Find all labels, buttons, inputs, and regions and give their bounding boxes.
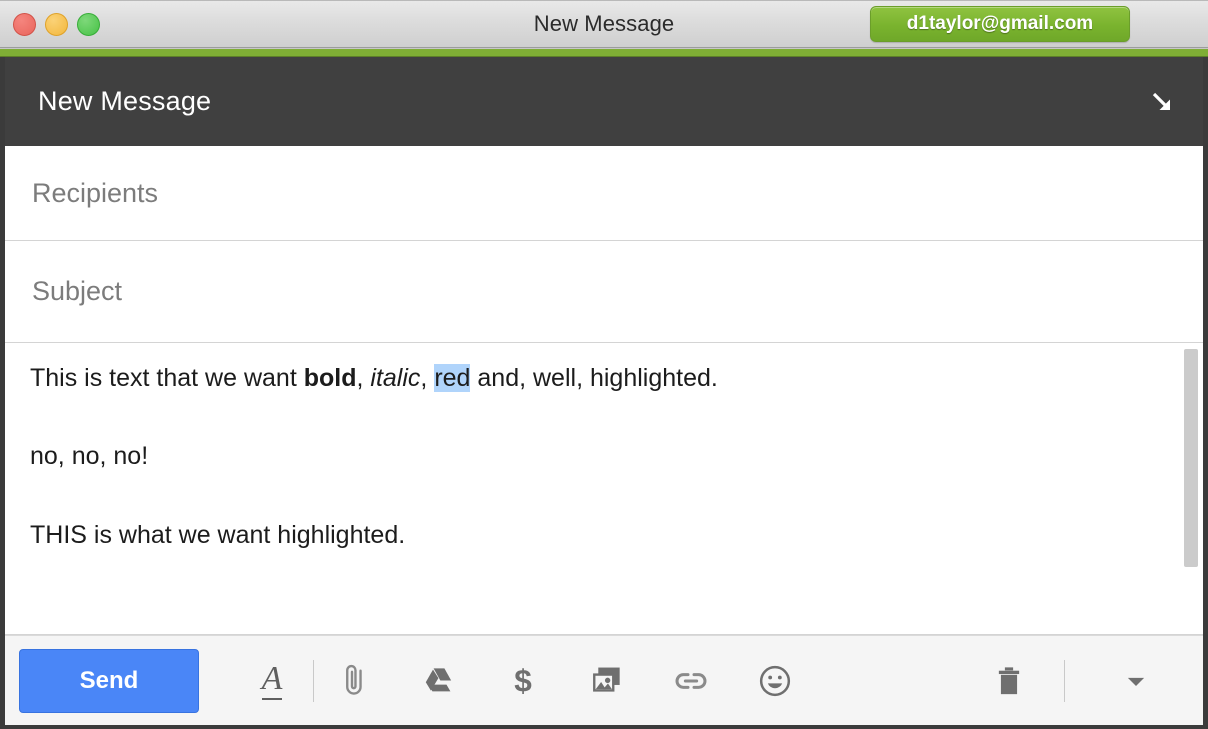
message-paragraph: no, no, no! (30, 443, 1176, 469)
insert-photo-icon[interactable] (576, 650, 638, 712)
window-zoom-button[interactable] (77, 13, 100, 36)
arrow-down-right-icon[interactable] (1145, 85, 1179, 119)
recipients-field-row[interactable] (5, 146, 1203, 241)
message-body-text[interactable]: This is text that we want bold, italic, … (5, 343, 1203, 548)
toolbar-divider (313, 659, 314, 702)
attach-file-icon[interactable] (324, 650, 386, 712)
compose-window: New Message d1taylor@gmail.com New Messa… (0, 0, 1208, 729)
insert-link-icon[interactable] (660, 650, 722, 712)
text-run-normal: , (356, 364, 371, 392)
text-run-normal: and, well, highlighted. (470, 364, 718, 392)
insert-emoji-icon[interactable] (744, 650, 806, 712)
trash-icon[interactable] (978, 650, 1040, 712)
compose-panel: New Message This is text that we want bo… (0, 57, 1208, 729)
text-run-normal: This is text that we want (30, 364, 304, 392)
text-run-selected: red (434, 364, 471, 392)
text-run-italic: italic (370, 364, 421, 392)
text-run-normal: THIS is what we want highlighted. (30, 520, 406, 549)
account-badge[interactable]: d1taylor@gmail.com (870, 6, 1130, 42)
svg-text:$: $ (514, 663, 532, 699)
format-text-glyph: A (261, 661, 283, 700)
chevron-down-icon[interactable] (1105, 650, 1167, 712)
subject-input[interactable] (32, 276, 1176, 307)
compose-header-title: New Message (38, 86, 212, 116)
traffic-lights (13, 1, 100, 48)
window-titlebar: New Message d1taylor@gmail.com (0, 0, 1208, 48)
text-run-normal: no, no, no! (30, 442, 149, 471)
compose-toolbar: Send A $ (5, 635, 1203, 725)
message-body-area[interactable]: This is text that we want bold, italic, … (5, 343, 1203, 635)
toolbar-divider-right (1064, 659, 1065, 702)
accent-stripe (0, 48, 1208, 57)
google-drive-icon[interactable] (408, 650, 470, 712)
compose-header-actions (1145, 85, 1179, 119)
format-text-icon[interactable]: A (241, 650, 303, 712)
window-close-button[interactable] (13, 13, 36, 36)
compose-header: New Message (5, 57, 1203, 146)
window-minimize-button[interactable] (45, 13, 68, 36)
subject-field-row[interactable] (5, 241, 1203, 343)
text-run-normal: , (420, 364, 435, 392)
text-run-bold: bold (303, 364, 357, 392)
recipients-input[interactable] (32, 177, 1176, 209)
send-button[interactable]: Send (19, 648, 199, 713)
insert-money-icon[interactable]: $ (492, 650, 554, 712)
message-paragraph: This is text that we want bold, italic, … (30, 364, 1176, 392)
body-scrollbar-thumb[interactable] (1184, 349, 1198, 567)
body-scrollbar[interactable] (1184, 349, 1198, 628)
message-paragraph: THIS is what we want highlighted. (30, 520, 1176, 549)
